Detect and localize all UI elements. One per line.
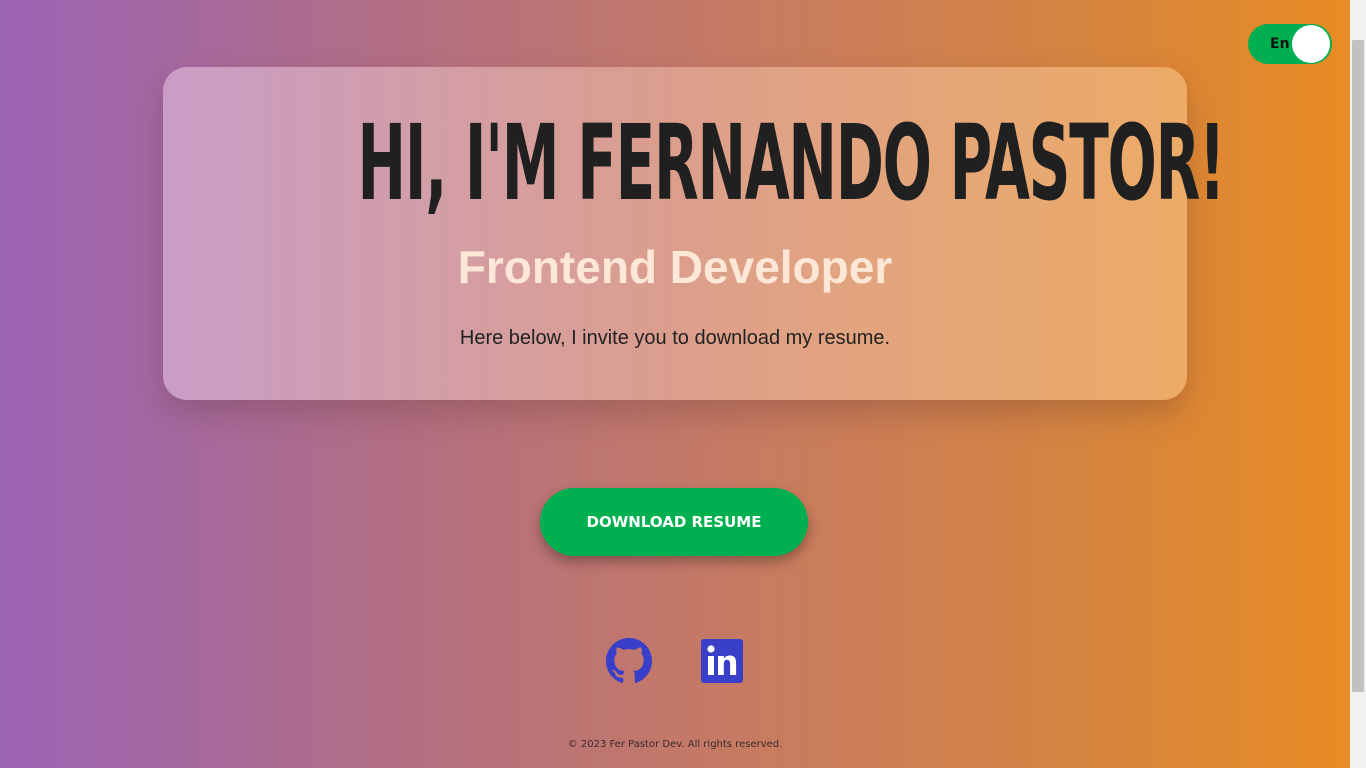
hero-subtitle: Frontend Developer — [457, 241, 893, 293]
language-toggle-knob[interactable] — [1292, 25, 1330, 63]
scrollbar[interactable] — [1350, 0, 1366, 768]
footer-text: © 2023 Fer Pastor Dev. All rights reserv… — [567, 739, 783, 750]
language-toggle[interactable]: En — [1248, 24, 1332, 64]
github-link[interactable] — [606, 638, 652, 684]
linkedin-icon — [701, 639, 743, 683]
language-toggle-label: En — [1270, 36, 1290, 52]
hero-text: Here below, I invite you to download my … — [459, 327, 891, 349]
page: En HI, I'M FERNANDO PASTOR! Frontend Dev… — [0, 0, 1350, 768]
scrollbar-thumb[interactable] — [1352, 40, 1364, 692]
download-resume-button[interactable]: DOWNLOAD RESUME — [540, 488, 808, 556]
linkedin-link[interactable] — [699, 638, 745, 684]
github-icon — [606, 638, 652, 683]
hero-title: HI, I'M FERNANDO PASTOR! — [357, 102, 1226, 224]
hero-card: HI, I'M FERNANDO PASTOR! Frontend Develo… — [163, 67, 1226, 400]
